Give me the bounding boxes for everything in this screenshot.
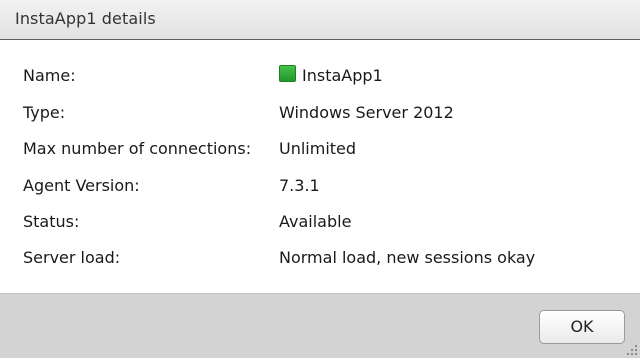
- detail-value-agent-version: 7.3.1: [279, 176, 320, 195]
- detail-label-type: Type:: [23, 103, 66, 122]
- dialog-titlebar: InstaApp1 details: [0, 0, 640, 40]
- resize-grip-icon[interactable]: [627, 345, 637, 355]
- detail-row-type: Type: Windows Server 2012: [0, 103, 640, 127]
- detail-label-max-connections: Max number of connections:: [23, 139, 252, 158]
- detail-label-name: Name:: [23, 66, 76, 85]
- detail-value-name: InstaApp1: [302, 66, 383, 85]
- detail-value-type: Windows Server 2012: [279, 103, 454, 122]
- details-dialog: InstaApp1 details Name: InstaApp1 Type: …: [0, 0, 640, 358]
- detail-row-name: Name: InstaApp1: [0, 65, 640, 90]
- detail-value-max-connections: Unlimited: [279, 139, 357, 158]
- detail-value-status: Available: [279, 212, 352, 231]
- detail-label-server-load: Server load:: [23, 248, 121, 267]
- ok-button[interactable]: OK: [539, 310, 625, 344]
- details-panel: Name: InstaApp1 Type: Windows Server 201…: [0, 40, 640, 293]
- dialog-title: InstaApp1 details: [15, 9, 156, 28]
- detail-value-server-load: Normal load, new sessions okay: [279, 248, 536, 267]
- dialog-footer: OK: [0, 293, 640, 358]
- detail-row-agent-version: Agent Version: 7.3.1: [0, 176, 640, 200]
- detail-label-agent-version: Agent Version:: [23, 176, 140, 195]
- detail-label-status: Status:: [23, 212, 80, 231]
- detail-row-status: Status: Available: [0, 212, 640, 236]
- detail-row-server-load: Server load: Normal load, new sessions o…: [0, 248, 640, 272]
- detail-row-max-connections: Max number of connections: Unlimited: [0, 139, 640, 163]
- server-status-icon: [279, 65, 296, 82]
